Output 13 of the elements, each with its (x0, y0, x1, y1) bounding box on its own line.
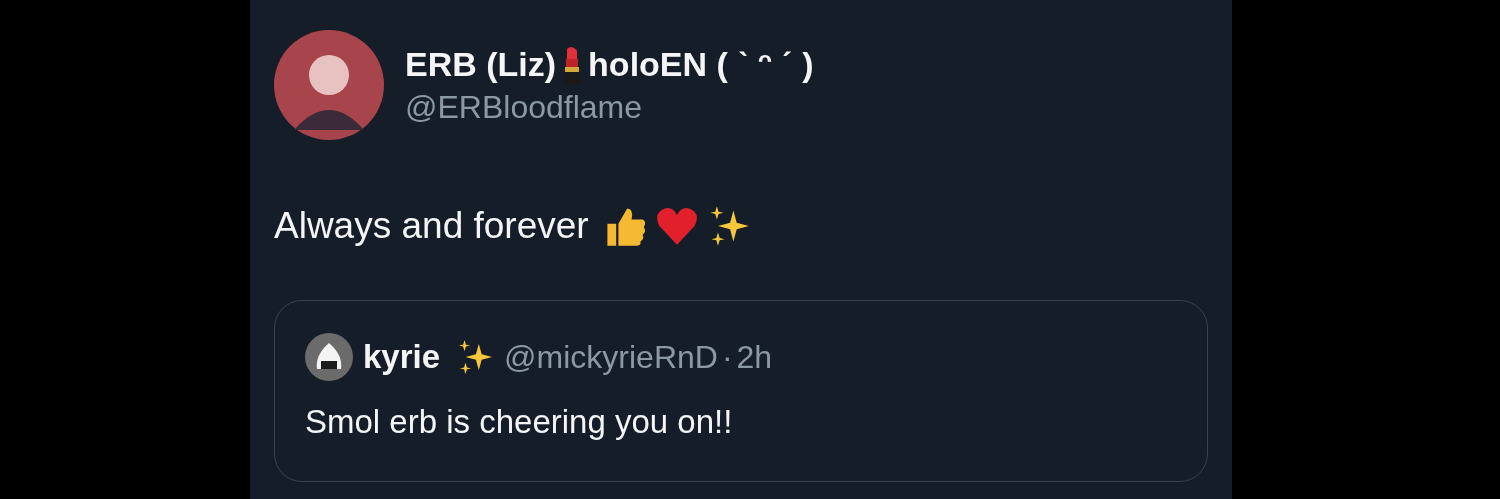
separator-dot: · (721, 338, 733, 376)
avatar (305, 333, 353, 381)
quoted-author-name: kyrie (363, 338, 441, 376)
lipstick-icon (562, 44, 583, 85)
quoted-author-handle: @mickyrieRnD (504, 338, 718, 376)
quoted-tweet-text: Smol erb is cheering you on!! (305, 403, 734, 441)
quoted-tweet[interactable]: kyrie @mickyrieRnD·2h Smol erb is cheering you on!! (274, 300, 1208, 482)
author-name[interactable]: ERB (Liz) (405, 45, 557, 84)
avatar[interactable] (274, 30, 384, 140)
tweet-text: Always and forever (274, 205, 589, 247)
author-name-suffix: holoEN ( ˋ ᵔ ˊ ) (588, 45, 814, 84)
timestamp: 2h (736, 338, 773, 376)
author-handle[interactable]: @ERBloodflame (405, 88, 814, 126)
